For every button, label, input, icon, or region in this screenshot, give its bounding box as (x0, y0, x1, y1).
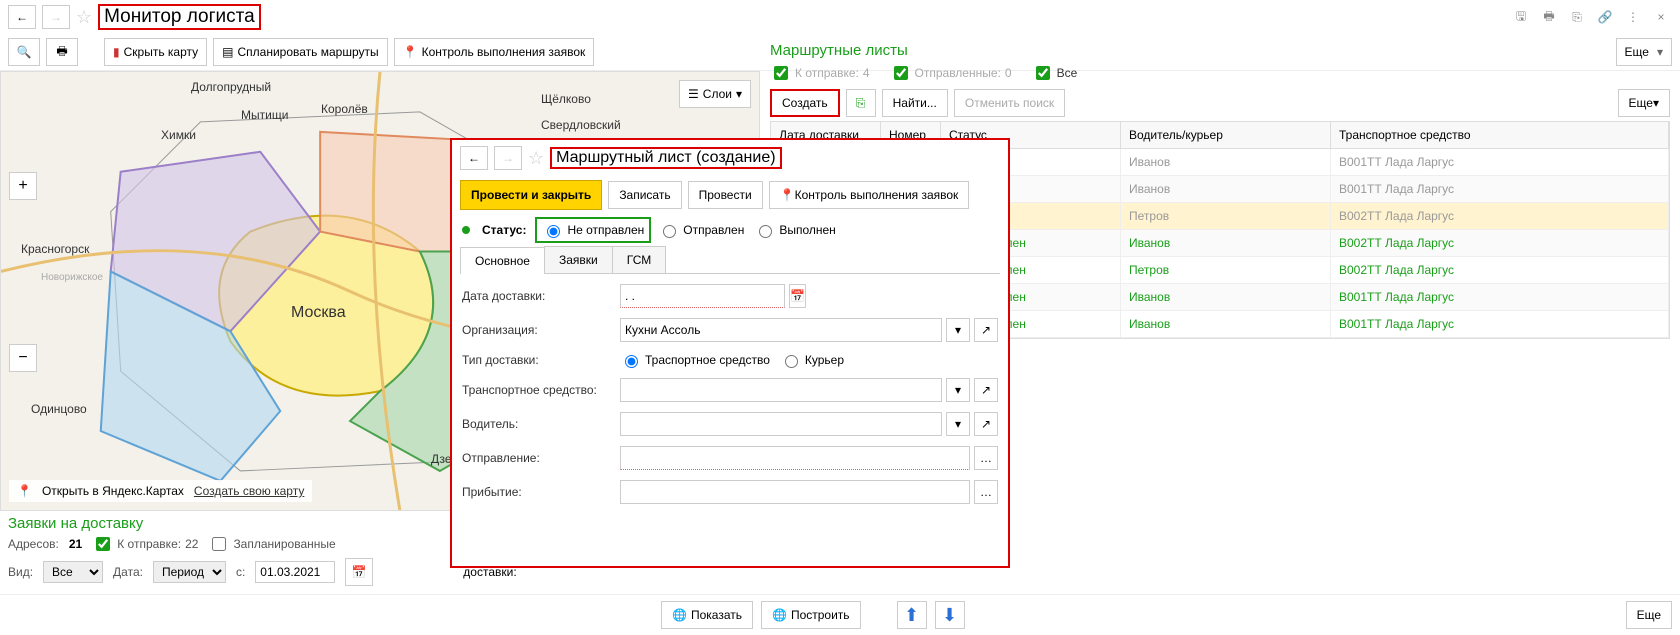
dialog-title: Маршрутный лист (создание) (550, 147, 781, 169)
status-radio-done[interactable]: Выполнен (754, 222, 835, 238)
departure-label: Отправление: (462, 451, 612, 465)
control-requests-label: Контроль выполнения заявок (422, 45, 586, 59)
tab-fuel[interactable]: ГСМ (612, 246, 667, 273)
col-driver[interactable]: Водитель/курьер (1121, 122, 1331, 148)
status-radio-not-sent[interactable]: Не отправлен (538, 220, 648, 240)
dialog-favorite-icon[interactable]: ☆ (528, 148, 544, 169)
status-indicator-icon (462, 226, 470, 234)
post-button[interactable]: Провести (688, 181, 763, 209)
delivery-planned[interactable]: Запланированные (208, 534, 335, 554)
hide-map-label: Скрыть карту (124, 45, 199, 59)
filter-sent[interactable]: Отправленные: 0 (890, 63, 1012, 83)
type-radio-vehicle[interactable]: Траспортное средство (620, 352, 770, 368)
arrival-input[interactable] (620, 480, 970, 504)
build-button[interactable]: Построить (761, 601, 861, 629)
tab-main[interactable]: Основное (460, 247, 545, 274)
bottom-more-button[interactable]: Еще (1626, 601, 1672, 629)
dialog-nav-back[interactable]: ← (460, 146, 488, 170)
find-button[interactable]: Найти... (882, 89, 948, 117)
routes-more-button[interactable]: Еще ▾ (1618, 89, 1670, 117)
view-label: Вид: (8, 565, 33, 579)
dialog-control-button[interactable]: 📍Контроль выполнения заявок (769, 181, 970, 209)
org-open-button[interactable]: ↗ (974, 318, 998, 342)
open-yandex-link[interactable]: Открыть в Яндекс.Картах (42, 484, 184, 498)
more-menu-icon[interactable]: ⋮ (1622, 6, 1644, 28)
map-layers-label: Слои (703, 87, 732, 101)
close-icon[interactable]: × (1650, 6, 1672, 28)
org-input[interactable] (620, 318, 942, 342)
plan-routes-button[interactable]: ▤Спланировать маршруты (213, 38, 387, 66)
hide-map-button[interactable]: ▮Скрыть карту (104, 38, 207, 66)
map-layers-button[interactable]: ☰ Слои ▾ (679, 80, 751, 108)
addresses-count: 21 (69, 537, 82, 551)
show-button[interactable]: Показать (661, 601, 753, 629)
vehicle-open-button[interactable]: ↗ (974, 378, 998, 402)
route-sheet-dialog: ← → ☆ Маршрутный лист (создание) Провест… (450, 138, 1010, 568)
post-and-close-button[interactable]: Провести и закрыть (460, 180, 602, 210)
departure-picker-button[interactable]: … (974, 446, 998, 470)
create-map-link[interactable]: Создать свою карту (194, 484, 304, 498)
control-requests-button[interactable]: 📍Контроль выполнения заявок (394, 38, 595, 66)
delivery-to-send[interactable]: К отправке: 22 (92, 534, 198, 554)
org-label: Организация: (462, 323, 612, 337)
print-icon[interactable]: 🖶 (1538, 6, 1560, 28)
dialog-nav-forward[interactable]: → (494, 146, 522, 170)
vehicle-label: Транспортное средство: (462, 383, 612, 397)
org-dropdown-button[interactable]: ▾ (946, 318, 970, 342)
nav-back-button[interactable]: ← (8, 5, 36, 29)
move-up-button[interactable]: ⬆ (897, 601, 927, 629)
search-button[interactable]: 🔍 (8, 38, 40, 66)
view-select[interactable]: Все (43, 561, 103, 583)
zoom-out-button[interactable]: − (9, 344, 37, 372)
filter-all[interactable]: Все (1032, 63, 1078, 83)
date-field-label: Дата доставки: (462, 289, 612, 303)
routes-title: Маршрутные листы (770, 40, 1670, 61)
date-picker-button[interactable]: 📅 (345, 558, 373, 586)
print-button[interactable]: 🖶 (46, 38, 78, 66)
layers-icon: ☰ (688, 87, 699, 101)
date-calendar-button[interactable]: 📅 (789, 284, 806, 308)
driver-open-button[interactable]: ↗ (974, 412, 998, 436)
link-icon[interactable]: 🔗 (1594, 6, 1616, 28)
copy-button[interactable]: ⎘ (846, 89, 876, 117)
save-button[interactable]: Записать (608, 181, 681, 209)
cancel-search-button[interactable]: Отменить поиск (954, 89, 1065, 117)
plan-routes-label: Спланировать маршруты (237, 45, 378, 59)
status-label: Статус: (482, 223, 526, 237)
tab-requests[interactable]: Заявки (544, 246, 613, 273)
save-icon[interactable]: 🖫 (1510, 6, 1532, 28)
col-vehicle[interactable]: Транспортное средство (1331, 122, 1669, 148)
date-from-label: с: (236, 565, 245, 579)
addresses-label: Адресов: (8, 537, 59, 551)
arrival-label: Прибытие: (462, 485, 612, 499)
date-mode-select[interactable]: Период (153, 561, 226, 583)
report-icon[interactable]: ⎘ (1566, 6, 1588, 28)
zoom-in-button[interactable]: + (9, 172, 37, 200)
type-label: Тип доставки: (462, 353, 612, 367)
date-label: Дата: (113, 565, 143, 579)
date-from-input[interactable] (255, 561, 335, 583)
driver-label: Водитель: (462, 417, 612, 431)
date-input[interactable] (620, 284, 785, 308)
create-button[interactable]: Создать (770, 89, 840, 117)
type-radio-courier[interactable]: Курьер (780, 352, 844, 368)
pin-icon: 📍 (17, 484, 32, 498)
move-down-button[interactable]: ⬇ (935, 601, 965, 629)
favorite-icon[interactable]: ☆ (76, 7, 92, 28)
driver-input[interactable] (620, 412, 942, 436)
vehicle-input[interactable] (620, 378, 942, 402)
arrival-picker-button[interactable]: … (974, 480, 998, 504)
nav-forward-button[interactable]: → (42, 5, 70, 29)
filter-to-send[interactable]: К отправке: 4 (770, 63, 870, 83)
vehicle-dropdown-button[interactable]: ▾ (946, 378, 970, 402)
page-title: Монитор логиста (98, 4, 261, 30)
driver-dropdown-button[interactable]: ▾ (946, 412, 970, 436)
departure-input[interactable] (620, 446, 970, 470)
status-radio-sent[interactable]: Отправлен (658, 222, 744, 238)
